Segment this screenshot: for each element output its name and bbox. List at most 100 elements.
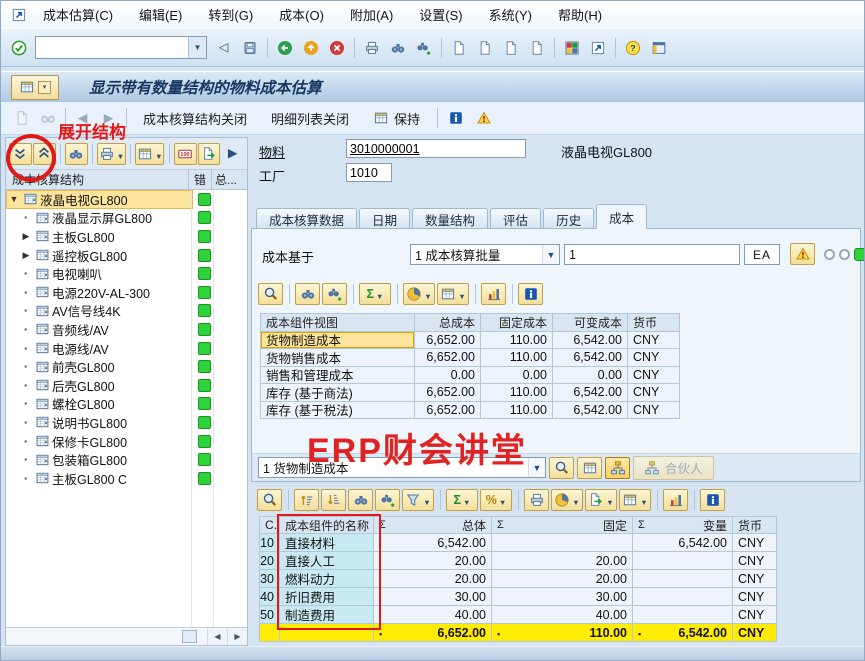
material-input[interactable] <box>346 139 526 158</box>
costing-structure-toggle-button[interactable]: 成本核算结构关闭 <box>132 106 258 131</box>
back-icon[interactable] <box>272 35 297 60</box>
find-icon[interactable] <box>65 143 88 165</box>
menu-item[interactable]: 编辑(E) <box>126 5 195 24</box>
find-icon[interactable] <box>295 283 320 305</box>
unit-field[interactable]: EA <box>744 244 780 265</box>
export-icon[interactable] <box>198 143 221 165</box>
window-menu-icon[interactable] <box>8 6 30 24</box>
table-row[interactable]: 50制造费用40.0040.00CNY <box>260 606 777 624</box>
find-next-icon[interactable] <box>375 489 400 511</box>
scroll-left-icon[interactable]: ◀ <box>207 628 227 645</box>
print-icon[interactable] <box>524 489 549 511</box>
plant-input[interactable] <box>346 163 392 182</box>
hierarchy-icon[interactable] <box>605 457 630 479</box>
tree-item[interactable]: ·螺栓GL800 <box>6 395 247 414</box>
first-page-icon[interactable] <box>446 35 471 60</box>
hide-command-field-icon[interactable]: ◁ <box>211 35 236 60</box>
tab-2[interactable]: 日期 <box>359 208 410 229</box>
detail-icon[interactable] <box>549 457 574 479</box>
hold-button[interactable]: 保持 <box>362 106 431 131</box>
print-icon[interactable] <box>359 35 384 60</box>
alarm-messages-icon[interactable] <box>471 106 496 131</box>
tab-6[interactable]: 成本 <box>596 204 647 229</box>
tab-5[interactable]: 历史 <box>543 208 594 229</box>
menu-item[interactable]: 帮助(H) <box>545 5 615 24</box>
layout-icon[interactable]: ▼ <box>619 489 651 511</box>
lot-size-field[interactable]: 1 <box>564 244 740 265</box>
table-row[interactable]: 货物销售成本6,652.00110.006,542.00CNY <box>261 349 680 367</box>
print-icon[interactable]: ▼ <box>97 143 126 165</box>
customize-layout-icon[interactable] <box>646 35 671 60</box>
sum-icon[interactable]: Σ▼ <box>359 283 391 305</box>
find-icon[interactable] <box>385 35 410 60</box>
tab-4[interactable]: 评估 <box>490 208 541 229</box>
collapse-all-icon[interactable] <box>33 143 56 165</box>
tab-3[interactable]: 数量结构 <box>412 208 488 229</box>
layout-icon[interactable] <box>577 457 602 479</box>
last-page-icon[interactable] <box>524 35 549 60</box>
tree-item[interactable]: ·保修卡GL800 <box>6 432 247 451</box>
tree-item[interactable]: ·音频线/AV <box>6 320 247 339</box>
tree-item[interactable]: ▼液晶电视GL800 <box>6 190 247 209</box>
tree-item[interactable]: ·后壳GL800 <box>6 376 247 395</box>
tree-expander-icon[interactable]: ▶ <box>19 231 33 242</box>
detail-icon[interactable] <box>258 283 283 305</box>
scrollbar-track[interactable] <box>6 628 207 645</box>
menu-item[interactable]: 转到(G) <box>195 5 266 24</box>
command-history-icon[interactable]: ▼ <box>188 37 206 58</box>
chart-icon[interactable] <box>663 489 688 511</box>
tree-item[interactable]: ·电源220V-AL-300 <box>6 283 247 302</box>
tree-item[interactable]: ·主板GL800 C <box>6 469 247 488</box>
cost-base-select[interactable]: 1 成本核算批量 ▼ <box>410 244 560 265</box>
exit-icon[interactable] <box>298 35 323 60</box>
info-icon[interactable] <box>443 106 468 131</box>
info-icon[interactable] <box>700 489 725 511</box>
menu-item[interactable]: 成本估算(C) <box>30 5 126 24</box>
export-icon[interactable]: ▼ <box>585 489 617 511</box>
menu-item[interactable]: 设置(S) <box>406 5 475 24</box>
sort-ascending-icon[interactable] <box>294 489 319 511</box>
table-row[interactable]: 40折旧费用30.0030.00CNY <box>260 588 777 606</box>
table-row[interactable]: 10直接材料6,542.006,542.00CNY <box>260 534 777 552</box>
tree-item[interactable]: ·前壳GL800 <box>6 357 247 376</box>
currency-conversion-icon[interactable] <box>174 143 197 165</box>
next-page-icon[interactable] <box>498 35 523 60</box>
toolbar-overflow-icon[interactable]: ▶ <box>221 141 244 166</box>
graphic-pie-icon[interactable]: ▼ <box>551 489 583 511</box>
cancel-icon[interactable] <box>324 35 349 60</box>
find-icon[interactable] <box>348 489 373 511</box>
tree-item[interactable]: ·AV信号线4K <box>6 302 247 321</box>
table-row[interactable]: 货物制造成本6,652.00110.006,542.00CNY <box>261 332 680 350</box>
tree-item[interactable]: ·电源线/AV <box>6 339 247 358</box>
menu-item[interactable]: 附加(A) <box>337 5 406 24</box>
new-session-icon[interactable] <box>559 35 584 60</box>
save-icon[interactable] <box>237 35 262 60</box>
tree-expander-icon[interactable]: ▼ <box>7 194 21 204</box>
previous-page-icon[interactable] <box>472 35 497 60</box>
expand-all-icon[interactable] <box>9 143 32 165</box>
detail-icon[interactable] <box>257 489 282 511</box>
table-row[interactable]: 20直接人工20.0020.00CNY <box>260 552 777 570</box>
subtotal-icon[interactable]: %▼ <box>480 489 512 511</box>
menu-item[interactable]: 成本(O) <box>266 5 337 24</box>
tree-item[interactable]: ▶主板GL800 <box>6 227 247 246</box>
command-field[interactable] <box>36 37 188 58</box>
scroll-right-icon[interactable]: ▶ <box>227 628 247 645</box>
table-row[interactable]: 库存 (基于税法)6,652.00110.006,542.00CNY <box>261 402 680 420</box>
tab-1[interactable]: 成本核算数据 <box>256 208 357 229</box>
detail-list-toggle-button[interactable]: 明细列表关闭 <box>260 106 360 131</box>
tree-item[interactable]: ·液晶显示屏GL800 <box>6 209 247 228</box>
table-row[interactable]: 30燃料动力20.0020.00CNY <box>260 570 777 588</box>
tree-item[interactable]: ·电视喇叭 <box>6 264 247 283</box>
table-row[interactable]: 销售和管理成本0.000.000.00CNY <box>261 367 680 385</box>
layout-icon[interactable]: ▼ <box>135 143 164 165</box>
tree-item[interactable]: ·说明书GL800 <box>6 413 247 432</box>
create-shortcut-icon[interactable] <box>585 35 610 60</box>
menu-item[interactable]: 系统(Y) <box>476 5 545 24</box>
chart-icon[interactable] <box>481 283 506 305</box>
screen-menu-button[interactable]: ▾ <box>11 75 59 100</box>
graphic-pie-icon[interactable]: ▼ <box>403 283 435 305</box>
messages-log-icon[interactable] <box>790 243 815 265</box>
layout-icon[interactable]: ▼ <box>437 283 469 305</box>
tree-item[interactable]: ▶遥控板GL800 <box>6 246 247 265</box>
